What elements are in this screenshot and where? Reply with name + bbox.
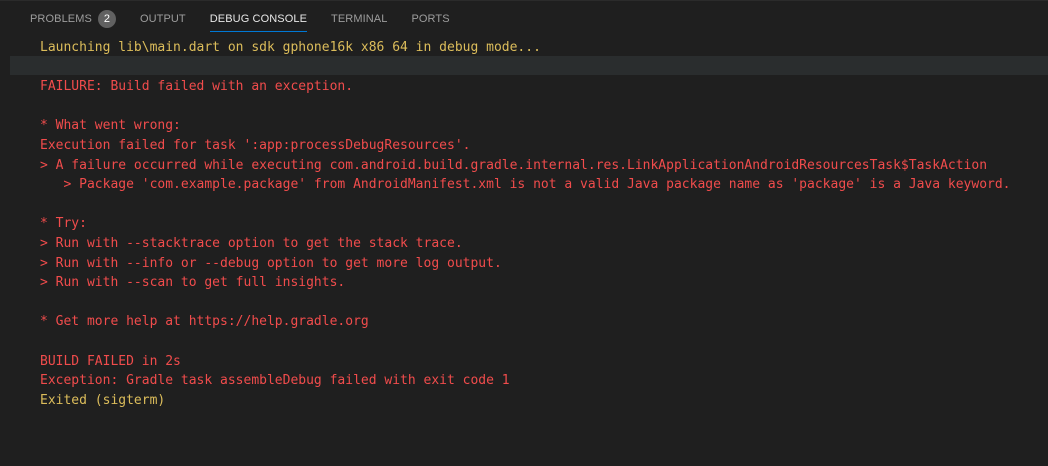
debug-console-panel: PROBLEMS 2 OUTPUT DEBUG CONSOLE TERMINAL… — [0, 0, 1048, 466]
console-line: > Run with --stacktrace option to get th… — [40, 236, 463, 251]
console-scrollbar[interactable] — [1038, 37, 1048, 466]
console-line: * Get more help at https://help.gradle.o… — [40, 314, 369, 330]
console-line: > Run with --scan to get full insights. — [40, 275, 346, 291]
console-line: > Run with --info or --debug option to g… — [40, 255, 502, 271]
console-line: > Package 'com.example.package' from And… — [40, 177, 1011, 193]
tab-problems[interactable]: PROBLEMS 2 — [30, 1, 116, 37]
tab-label: TERMINAL — [331, 13, 388, 25]
selected-console-row — [10, 56, 1048, 75]
console-line: * Try: — [40, 216, 87, 232]
tab-debug-console[interactable]: DEBUG CONSOLE — [209, 1, 308, 37]
panel-tab-bar: PROBLEMS 2 OUTPUT DEBUG CONSOLE TERMINAL… — [0, 1, 1048, 37]
console-line: FAILURE: Build failed with an exception. — [40, 79, 354, 95]
console-line: Exception: Gradle task assembleDebug fai… — [40, 373, 510, 389]
tab-label: DEBUG CONSOLE — [209, 13, 308, 25]
console-output[interactable]: Launching lib\main.dart on sdk gphone16k… — [0, 37, 1048, 466]
tab-terminal[interactable]: TERMINAL — [331, 1, 387, 37]
tab-label: PORTS — [411, 13, 450, 25]
console-line: > A failure occurred while executing com… — [40, 157, 988, 173]
console-line: Execution failed for task ':app:processD… — [40, 138, 471, 153]
console-line: Exited (sigterm) — [40, 392, 166, 408]
console-line: Launching lib\main.dart on sdk gphone16k… — [40, 40, 541, 55]
problems-count-badge: 2 — [97, 10, 116, 28]
tab-label: OUTPUT — [139, 13, 186, 25]
tab-label: PROBLEMS — [30, 13, 92, 25]
tab-output[interactable]: OUTPUT — [140, 1, 186, 37]
console-line: * What went wrong: — [40, 118, 181, 134]
console-line: BUILD FAILED in 2s — [40, 353, 181, 369]
tab-ports[interactable]: PORTS — [411, 1, 449, 37]
